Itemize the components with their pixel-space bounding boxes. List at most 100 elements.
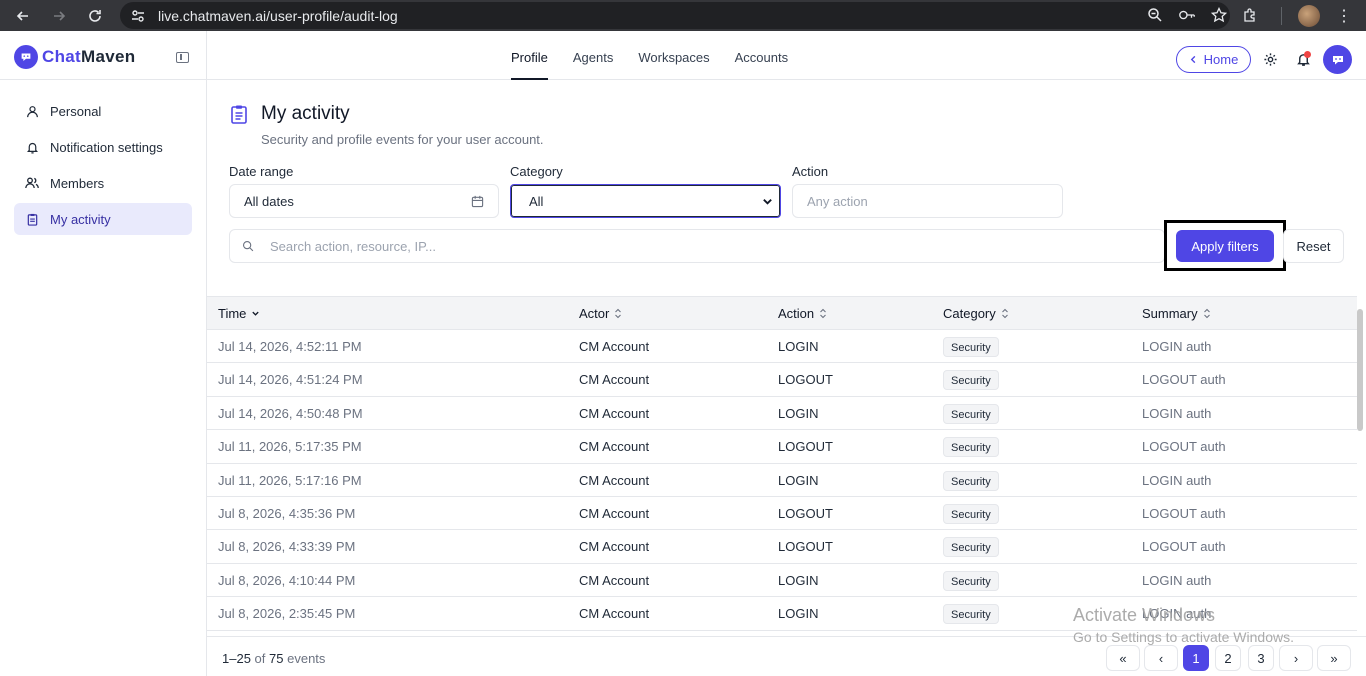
cell-time: Jul 14, 2026, 4:50:48 PM xyxy=(218,405,363,421)
sidebar: Personal Notification settings Members M… xyxy=(0,80,207,676)
cell-summary: LOGIN auth xyxy=(1142,339,1212,354)
table-row[interactable]: Jul 8, 2026, 4:33:39 PM CM Account LOGOU… xyxy=(207,530,1357,564)
column-header-summary[interactable]: Summary xyxy=(1142,297,1211,330)
table-row[interactable]: Jul 14, 2026, 4:50:48 PM CM Account LOGI… xyxy=(207,397,1357,431)
back-icon[interactable] xyxy=(13,6,33,26)
table-row[interactable]: Jul 8, 2026, 4:35:36 PM CM Account LOGOU… xyxy=(207,497,1357,531)
sidebar-item-my-activity[interactable]: My activity xyxy=(14,203,192,235)
header-divider xyxy=(206,31,207,80)
cell-action: LOGOUT xyxy=(778,506,833,521)
cell-summary: LOGIN auth xyxy=(1142,405,1212,421)
settings-gear-icon[interactable] xyxy=(1262,51,1278,67)
table-scrollbar[interactable] xyxy=(1357,309,1363,431)
sidebar-item-label: Personal xyxy=(50,103,102,119)
windows-activation-watermark: Activate Windows Go to Settings to activ… xyxy=(1073,605,1294,645)
category-badge: Security xyxy=(943,403,999,424)
cell-action: LOGIN xyxy=(778,572,819,588)
forward-icon[interactable] xyxy=(49,6,69,26)
browser-menu-icon[interactable]: ⋮ xyxy=(1336,6,1352,26)
events-count: 1–25 of 75 events xyxy=(222,651,326,666)
browser-toolbar: live.chatmaven.ai/user-profile/audit-log… xyxy=(0,0,1366,31)
address-bar[interactable]: live.chatmaven.ai/user-profile/audit-log xyxy=(120,2,1230,29)
column-header-category[interactable]: Category xyxy=(943,297,1009,330)
date-range-value: All dates xyxy=(244,193,294,209)
bookmark-star-icon[interactable] xyxy=(1210,6,1228,24)
date-range-label: Date range xyxy=(229,164,294,179)
page-button-2[interactable]: 2 xyxy=(1215,645,1241,671)
search-input[interactable]: Search action, resource, IP... xyxy=(229,229,1165,263)
sidebar-item-personal[interactable]: Personal xyxy=(14,95,192,127)
next-page-button[interactable]: › xyxy=(1279,645,1313,671)
cell-summary: LOGOUT auth xyxy=(1142,506,1226,521)
cell-summary: LOGIN auth xyxy=(1142,472,1212,488)
column-header-action[interactable]: Action xyxy=(778,297,827,330)
extensions-icon[interactable] xyxy=(1239,5,1261,27)
cell-action: LOGOUT xyxy=(778,439,833,455)
cell-actor: CM Account xyxy=(579,372,650,388)
category-badge: Security xyxy=(943,504,999,524)
column-header-actor[interactable]: Actor xyxy=(579,297,622,330)
home-button[interactable]: Home xyxy=(1176,46,1251,73)
search-icon xyxy=(241,239,255,253)
apply-filters-button[interactable]: Apply filters xyxy=(1176,230,1274,262)
table-row[interactable]: Jul 11, 2026, 5:17:35 PM CM Account LOGO… xyxy=(207,430,1357,464)
table-row[interactable]: Jul 14, 2026, 4:51:24 PM CM Account LOGO… xyxy=(207,363,1357,397)
clipboard-icon xyxy=(25,212,39,226)
tab-agents[interactable]: Agents xyxy=(573,31,613,80)
category-badge: Security xyxy=(943,337,999,357)
page-subtitle: Security and profile events for your use… xyxy=(261,132,544,147)
reset-button[interactable]: Reset xyxy=(1283,229,1344,263)
cell-actor: CM Account xyxy=(579,405,650,421)
sidebar-item-label: Members xyxy=(50,175,105,191)
cell-actor: CM Account xyxy=(579,506,650,521)
toolbar-divider xyxy=(1281,6,1282,25)
category-select[interactable]: All xyxy=(510,184,781,218)
cell-time: Jul 8, 2026, 4:35:36 PM xyxy=(218,506,356,521)
zoom-icon[interactable] xyxy=(1146,6,1164,24)
sidebar-item-notification-settings[interactable]: Notification settings xyxy=(14,131,192,163)
last-page-button[interactable]: » xyxy=(1317,645,1351,671)
sidebar-item-label: My activity xyxy=(50,211,111,227)
page-button-3[interactable]: 3 xyxy=(1248,645,1274,671)
first-page-button[interactable]: « xyxy=(1106,645,1140,671)
cell-action: LOGOUT xyxy=(778,372,833,388)
cell-time: Jul 11, 2026, 5:17:35 PM xyxy=(218,439,362,455)
cell-time: Jul 8, 2026, 4:10:44 PM xyxy=(218,572,356,588)
page-button-1[interactable]: 1 xyxy=(1183,645,1209,671)
prev-page-button[interactable]: ‹ xyxy=(1144,645,1178,671)
cell-actor: CM Account xyxy=(579,339,650,354)
audit-table: Time Actor Action Category Summary Jul 1… xyxy=(207,296,1366,636)
date-range-field[interactable]: All dates xyxy=(229,184,499,218)
table-row[interactable]: Jul 11, 2026, 5:17:16 PM CM Account LOGI… xyxy=(207,464,1357,497)
sort-desc-icon xyxy=(252,311,260,316)
sidebar-item-members[interactable]: Members xyxy=(14,167,192,199)
table-row[interactable]: Jul 14, 2026, 4:52:11 PM CM Account LOGI… xyxy=(207,330,1357,364)
key-icon[interactable] xyxy=(1178,6,1196,24)
brand-logo[interactable]: ChatMaven xyxy=(14,45,135,69)
brand-name: ChatMaven xyxy=(42,47,136,66)
user-avatar[interactable] xyxy=(1323,45,1352,74)
reload-icon[interactable] xyxy=(85,6,105,26)
users-icon xyxy=(25,176,39,190)
cell-actor: CM Account xyxy=(579,472,650,488)
user-icon xyxy=(25,104,39,118)
tab-workspaces[interactable]: Workspaces xyxy=(638,31,709,80)
tab-profile[interactable]: Profile xyxy=(511,31,548,80)
site-settings-icon[interactable] xyxy=(130,8,146,24)
clipboard-icon xyxy=(231,105,247,124)
category-badge: Security xyxy=(943,470,999,491)
cell-actor: CM Account xyxy=(579,572,650,588)
sidebar-collapse-icon[interactable] xyxy=(176,52,189,63)
cell-actor: CM Account xyxy=(579,439,650,455)
cell-time: Jul 14, 2026, 4:51:24 PM xyxy=(218,372,363,388)
column-header-time[interactable]: Time xyxy=(218,297,260,330)
sort-icon xyxy=(1203,308,1210,319)
cell-time: Jul 11, 2026, 5:17:16 PM xyxy=(218,472,362,488)
cell-summary: LOGOUT auth xyxy=(1142,372,1226,388)
table-row[interactable]: Jul 8, 2026, 4:10:44 PM CM Account LOGIN… xyxy=(207,564,1357,598)
category-badge: Security xyxy=(943,537,999,558)
browser-profile-avatar[interactable] xyxy=(1298,4,1320,27)
tab-accounts[interactable]: Accounts xyxy=(735,31,788,80)
action-input[interactable]: Any action xyxy=(792,184,1063,218)
calendar-icon[interactable] xyxy=(470,194,484,208)
